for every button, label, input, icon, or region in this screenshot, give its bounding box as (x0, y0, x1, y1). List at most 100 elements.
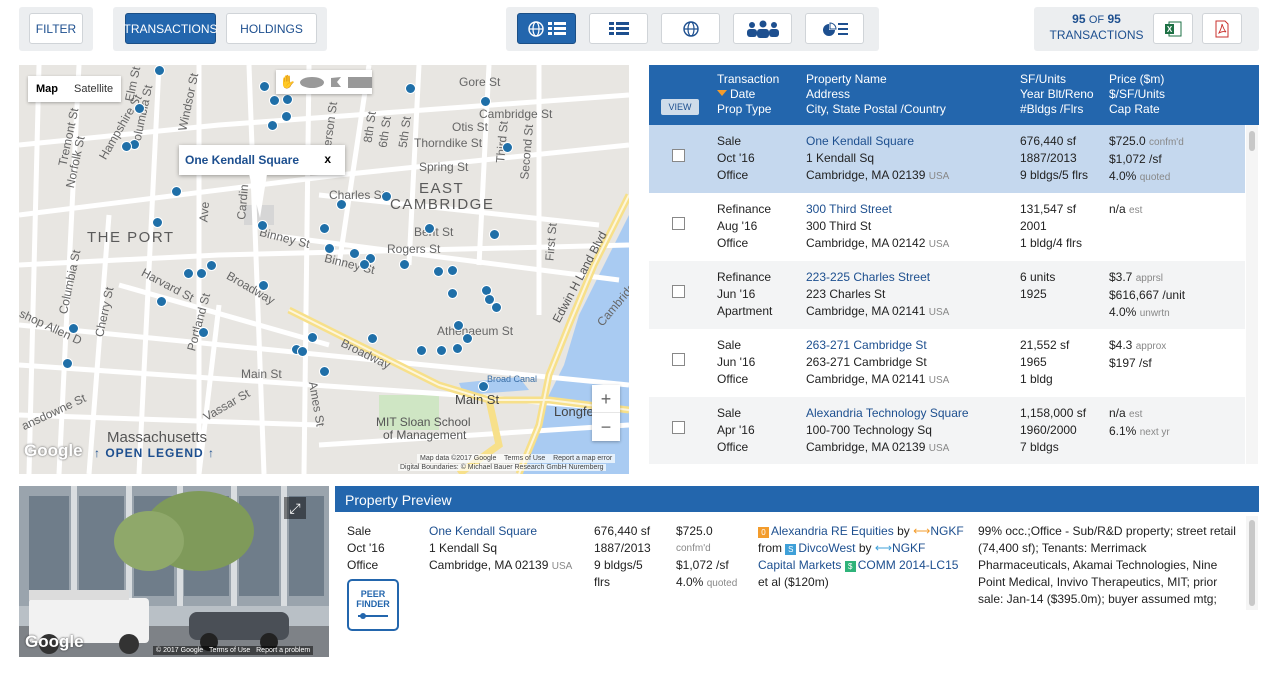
property-marker[interactable] (121, 141, 132, 152)
property-marker[interactable] (319, 223, 330, 234)
property-map[interactable]: EAST CAMBRIDGE THE PORT Massachusetts MI… (19, 65, 629, 474)
property-marker[interactable] (405, 83, 416, 94)
property-marker[interactable] (134, 103, 145, 114)
property-marker[interactable] (297, 346, 308, 357)
export-pdf-button[interactable] (1202, 13, 1242, 44)
scroll-thumb[interactable] (1249, 520, 1255, 606)
table-row[interactable]: Sale Jun '16 Office 263-271 Cambridge St… (649, 329, 1245, 397)
scroll-thumb[interactable] (1249, 131, 1255, 151)
row-checkbox[interactable] (672, 149, 685, 162)
header-size[interactable]: SF/Units Year Blt/Reno #Bldgs /Flrs (1020, 72, 1094, 117)
property-marker[interactable] (152, 217, 163, 228)
zoom-out-button[interactable]: − (592, 413, 620, 441)
property-marker[interactable] (491, 302, 502, 313)
holdings-tab[interactable]: HOLDINGS (226, 13, 317, 44)
map-and-grid-view-button[interactable] (517, 13, 576, 44)
analytics-view-button[interactable] (805, 13, 864, 44)
rectangle-icon[interactable] (348, 70, 372, 94)
polygon-icon[interactable] (324, 70, 348, 94)
seller-broker-link[interactable]: NGKF (892, 541, 925, 555)
property-marker[interactable] (258, 280, 269, 291)
property-marker[interactable] (183, 268, 194, 279)
property-marker[interactable] (416, 345, 427, 356)
property-marker[interactable] (359, 259, 370, 270)
property-marker[interactable] (154, 65, 165, 76)
map-type-map[interactable]: Map (28, 76, 66, 102)
property-marker[interactable] (447, 265, 458, 276)
row-checkbox[interactable] (672, 285, 685, 298)
property-marker[interactable] (267, 120, 278, 131)
property-marker[interactable] (281, 111, 292, 122)
preview-property-link[interactable]: One Kendall Square (429, 523, 572, 540)
property-marker[interactable] (282, 94, 293, 105)
property-marker[interactable] (62, 358, 73, 369)
property-name-link[interactable]: One Kendall Square (806, 133, 949, 150)
row-checkbox[interactable] (672, 217, 685, 230)
preview-scrollbar[interactable] (1246, 516, 1258, 610)
property-marker[interactable] (367, 333, 378, 344)
property-marker[interactable] (424, 223, 435, 234)
property-marker[interactable] (324, 243, 335, 254)
header-property[interactable]: Property Name Address City, State Postal… (806, 72, 946, 117)
popup-title[interactable]: One Kendall Square (185, 153, 299, 167)
buyer-link[interactable]: Alexandria RE Equities (771, 524, 894, 538)
property-marker[interactable] (462, 333, 473, 344)
property-marker[interactable] (198, 327, 209, 338)
property-marker[interactable] (453, 320, 464, 331)
map-type-satellite[interactable]: Satellite (66, 76, 121, 102)
table-row[interactable]: Sale Oct '16 Office One Kendall Square 1… (649, 125, 1245, 193)
hand-icon[interactable]: ✋ (276, 70, 300, 94)
property-marker[interactable] (257, 220, 268, 231)
report-error-link[interactable]: Report a map error (553, 455, 612, 462)
property-marker[interactable] (349, 248, 360, 259)
street-view-image[interactable]: ⤢ Google © 2017 Google Terms of Use Repo… (19, 486, 329, 657)
peer-finder-button[interactable]: PEER FINDER (347, 579, 399, 631)
property-marker[interactable] (452, 343, 463, 354)
export-excel-button[interactable]: X (1153, 13, 1193, 44)
property-marker[interactable] (319, 366, 330, 377)
table-row[interactable]: Refinance Jun '16 Apartment 223-225 Char… (649, 261, 1245, 329)
header-price[interactable]: Price ($m) $/SF/Units Cap Rate (1109, 72, 1165, 117)
close-icon[interactable]: x (324, 152, 331, 166)
transactions-tab[interactable]: TRANSACTIONS (124, 13, 218, 44)
property-marker[interactable] (307, 332, 318, 343)
property-marker[interactable] (502, 142, 513, 153)
players-view-button[interactable] (733, 13, 792, 44)
property-marker[interactable] (156, 296, 167, 307)
seller-link[interactable]: DivcoWest (798, 541, 855, 555)
table-row[interactable]: Sale Apr '16 Office Alexandria Technolog… (649, 397, 1245, 464)
row-checkbox[interactable] (672, 421, 685, 434)
map-popup[interactable]: One Kendall Square x (179, 145, 345, 175)
circle-icon[interactable] (300, 70, 324, 94)
property-marker[interactable] (399, 259, 410, 270)
buyer-broker-link[interactable]: NGKF (930, 524, 963, 538)
property-marker[interactable] (433, 266, 444, 277)
street-report-link[interactable]: Report a problem (256, 647, 310, 654)
property-marker[interactable] (480, 96, 491, 107)
property-marker[interactable] (171, 186, 182, 197)
seller-broker-link-cont[interactable]: Capital Markets (758, 558, 841, 572)
header-transaction[interactable]: Transaction Date Prop Type (717, 72, 779, 117)
table-scrollbar[interactable] (1246, 125, 1258, 464)
filter-button[interactable]: FILTER (29, 13, 83, 44)
property-marker[interactable] (489, 229, 500, 240)
table-row[interactable]: Refinance Aug '16 Office 300 Third Stree… (649, 193, 1245, 261)
property-marker[interactable] (206, 260, 217, 271)
zoom-in-button[interactable]: + (592, 385, 620, 413)
lender-link[interactable]: COMM 2014-LC15 (858, 558, 959, 572)
street-terms-link[interactable]: Terms of Use (209, 647, 250, 654)
property-marker[interactable] (436, 345, 447, 356)
property-marker[interactable] (68, 323, 79, 334)
property-marker[interactable] (269, 95, 280, 106)
property-name-link[interactable]: Alexandria Technology Square (806, 405, 969, 422)
terms-link[interactable]: Terms of Use (504, 455, 545, 462)
fullscreen-icon[interactable]: ⤢ (284, 497, 306, 519)
grid-view-button[interactable] (589, 13, 648, 44)
row-checkbox[interactable] (672, 353, 685, 366)
property-marker[interactable] (381, 191, 392, 202)
property-name-link[interactable]: 223-225 Charles Street (806, 269, 949, 286)
property-marker[interactable] (259, 81, 270, 92)
property-marker[interactable] (196, 268, 207, 279)
map-view-button[interactable] (661, 13, 720, 44)
property-marker[interactable] (478, 381, 489, 392)
